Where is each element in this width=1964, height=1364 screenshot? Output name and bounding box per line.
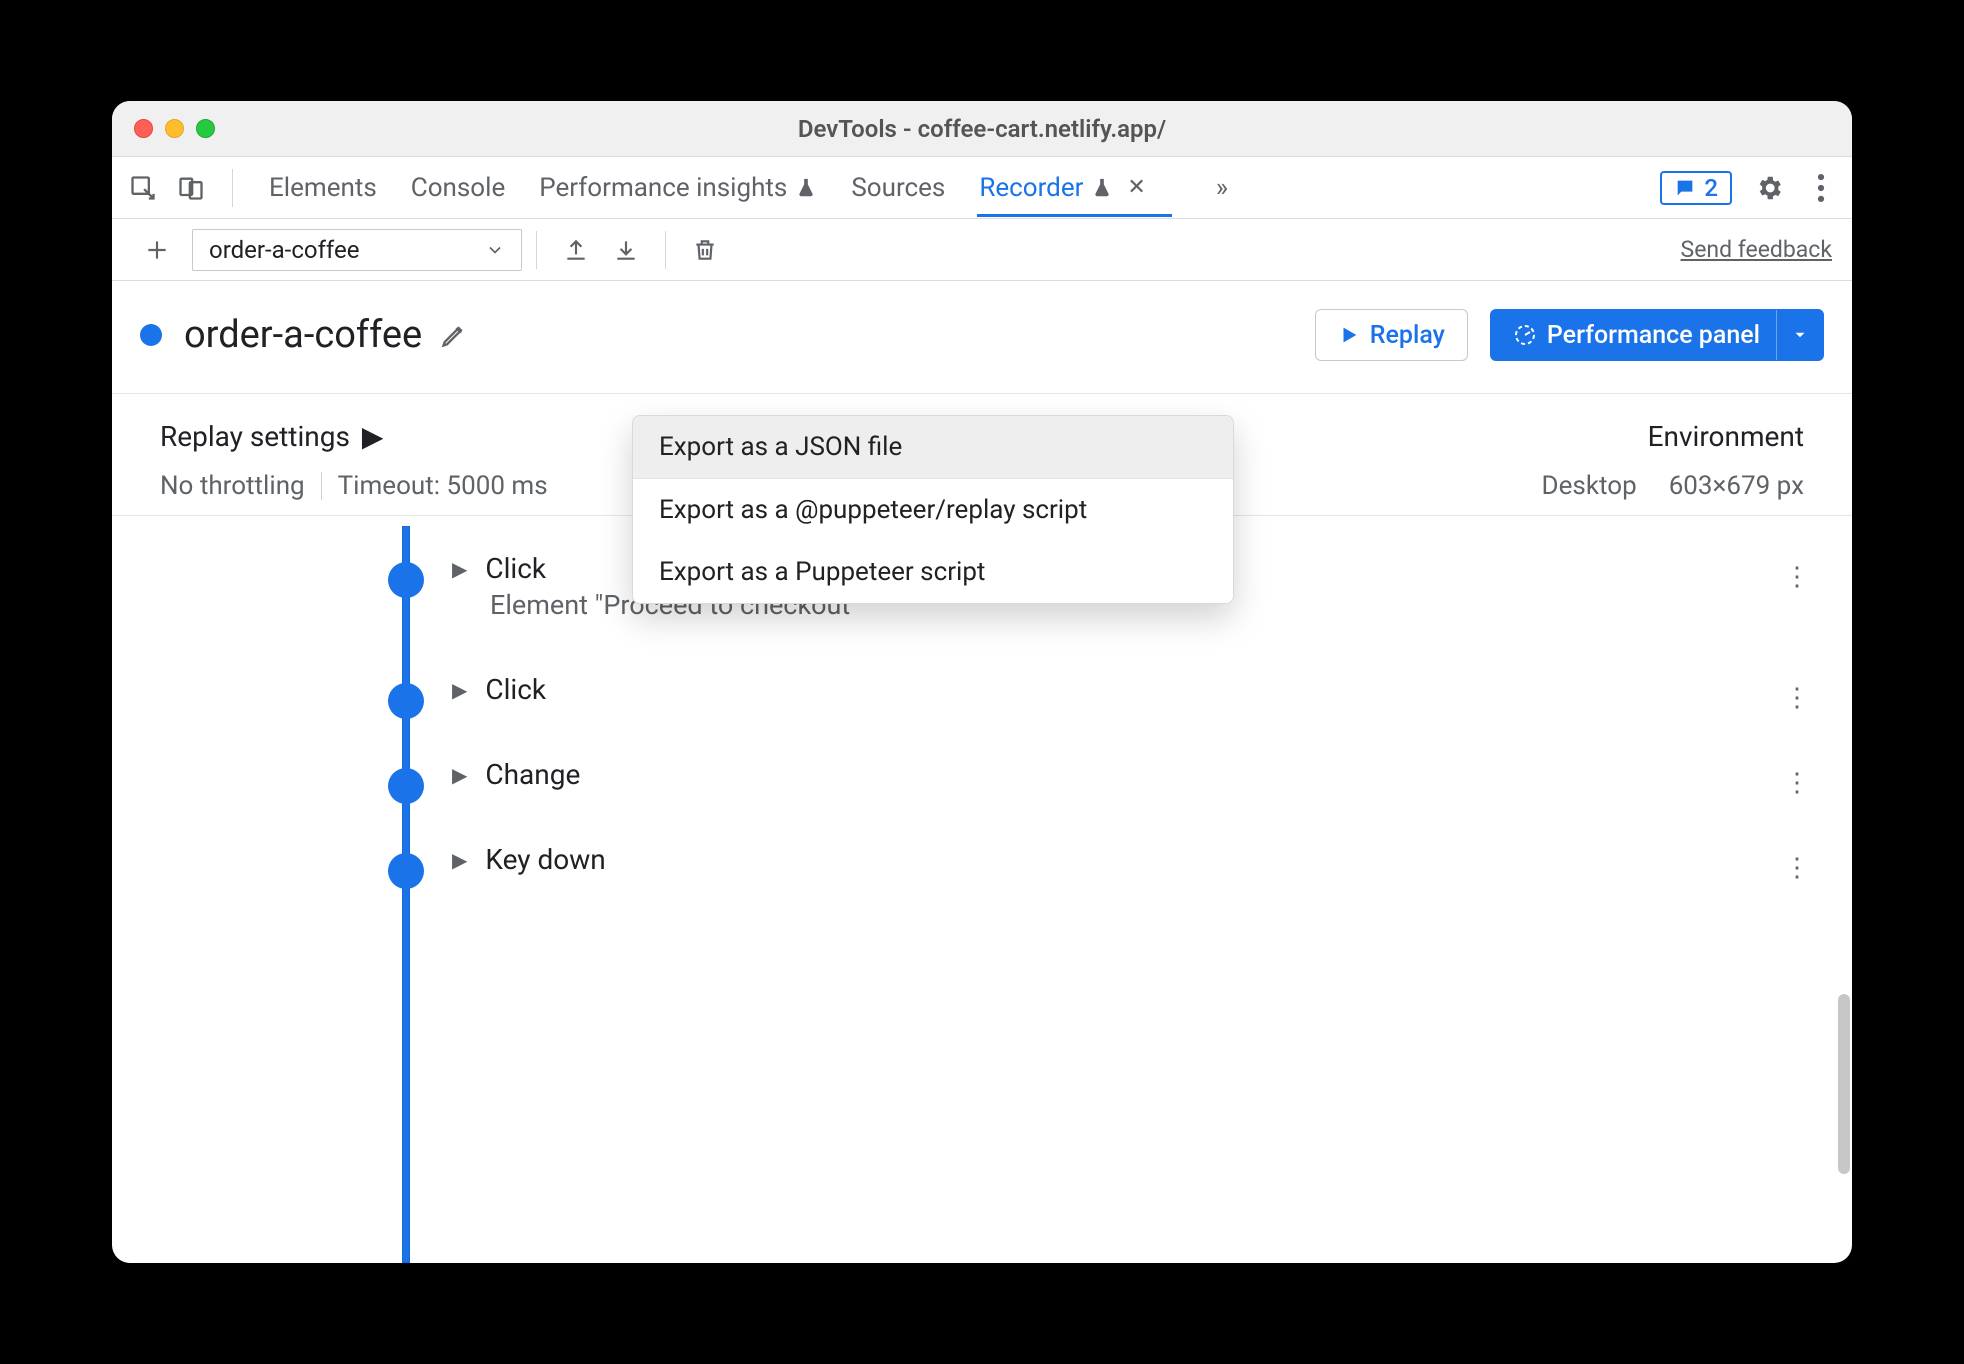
step-menu-icon[interactable]: ⋮ [1784,768,1810,798]
play-icon [1338,324,1360,346]
step-item[interactable]: ▶ Click ⋮ [112,647,1852,732]
gauge-icon [1513,323,1537,347]
tab-performance-insights[interactable]: Performance insights [539,173,817,203]
recording-select[interactable]: order-a-coffee [192,229,522,271]
recording-select-value: order-a-coffee [209,236,359,264]
replay-settings-values: No throttling Timeout: 5000 ms [160,471,548,501]
step-item[interactable]: ▶ Change ⋮ [112,732,1852,817]
step-dot [388,683,424,719]
step-item[interactable]: ▶ Key down ⋮ [112,817,1852,902]
replay-label: Replay [1370,321,1445,350]
settings-icon[interactable] [1754,173,1784,203]
tab-elements[interactable]: Elements [269,173,377,203]
caret-right-icon[interactable]: ▶ [452,848,467,872]
env-dimensions: 603×679 px [1669,471,1804,501]
export-puppeteer-script-option[interactable]: Export as a Puppeteer script [633,541,1233,603]
delete-icon[interactable] [680,230,730,270]
flask-icon [795,177,817,199]
device-toggle-icon[interactable] [176,173,206,203]
scrollbar-thumb[interactable] [1838,994,1850,1174]
replay-button[interactable]: Replay [1315,309,1468,361]
divider [665,231,666,269]
add-recording-icon[interactable] [132,230,182,270]
chat-icon [1674,177,1696,199]
step-name: Key down [485,843,605,876]
environment-values: Desktop 603×679 px [1542,471,1804,501]
step-menu-icon[interactable]: ⋮ [1784,683,1810,713]
titlebar: DevTools - coffee-cart.netlify.app/ [112,101,1852,157]
divider [232,169,233,207]
step-name: Click [485,673,546,706]
steps-timeline: ▶ Click Element "Proceed to checkout" ⋮ … [112,515,1852,1263]
step-name: Click [485,552,546,585]
edit-title-icon[interactable] [440,321,468,349]
divider [321,472,322,500]
tab-recorder[interactable]: Recorder ✕ [979,173,1146,203]
tab-label: Console [411,173,505,203]
issues-count: 2 [1704,174,1718,202]
tab-label: Sources [851,173,945,203]
header-actions: Replay Performance panel [1315,309,1824,361]
performance-panel-button[interactable]: Performance panel [1490,309,1824,361]
step-menu-icon[interactable]: ⋮ [1784,562,1810,592]
performance-panel-dropdown[interactable] [1776,310,1823,360]
step-name: Change [485,758,580,791]
more-tabs-icon[interactable]: » [1216,173,1228,203]
recording-header: order-a-coffee Replay Performance panel [112,281,1852,394]
caret-right-icon[interactable]: ▶ [452,763,467,787]
import-icon[interactable] [601,230,651,270]
tabs-row: Elements Console Performance insights So… [112,157,1852,219]
environment-block: Environment Desktop 603×679 px [1542,420,1804,501]
tab-console[interactable]: Console [411,173,505,203]
recording-status-dot [140,324,162,346]
devtools-window: DevTools - coffee-cart.netlify.app/ Elem… [112,101,1852,1263]
export-menu: Export as a JSON file Export as a @puppe… [632,415,1234,604]
performance-panel-label: Performance panel [1547,321,1760,350]
replay-settings-toggle[interactable]: Replay settings ▶ [160,420,548,453]
export-json-option[interactable]: Export as a JSON file [633,416,1233,478]
export-puppeteer-replay-option[interactable]: Export as a @puppeteer/replay script [633,479,1233,541]
divider [536,231,537,269]
kebab-menu-icon[interactable] [1806,173,1836,203]
caret-right-icon[interactable]: ▶ [452,557,467,581]
send-feedback-link[interactable]: Send feedback [1681,236,1832,263]
tabs-right-tools: 2 [1660,171,1836,205]
tab-sources[interactable]: Sources [851,173,945,203]
tab-label: Recorder [979,173,1083,203]
recording-title: order-a-coffee [184,313,422,357]
env-device: Desktop [1542,471,1637,501]
environment-label: Environment [1542,420,1804,453]
window-title: DevTools - coffee-cart.netlify.app/ [112,115,1852,143]
throttling-value[interactable]: No throttling [160,471,305,501]
inspect-element-icon[interactable] [128,173,158,203]
caret-right-icon: ▶ [362,420,384,453]
step-dot [388,768,424,804]
tab-label: Elements [269,173,377,203]
recorder-toolbar: order-a-coffee Send feedback [112,219,1852,281]
panel-tabs: Elements Console Performance insights So… [269,173,1228,203]
step-dot [388,853,424,889]
replay-settings-block: Replay settings ▶ No throttling Timeout:… [160,420,548,501]
replay-settings-label: Replay settings [160,420,350,453]
step-menu-icon[interactable]: ⋮ [1784,853,1810,883]
caret-right-icon[interactable]: ▶ [452,678,467,702]
flask-icon [1091,177,1113,199]
left-tool-icons [128,169,241,207]
close-tab-icon[interactable]: ✕ [1127,175,1145,200]
issues-chip[interactable]: 2 [1660,171,1732,205]
export-icon[interactable] [551,230,601,270]
tab-label: Performance insights [539,173,787,203]
chevron-down-icon [485,240,505,260]
step-dot [388,562,424,598]
timeout-value[interactable]: Timeout: 5000 ms [338,471,548,501]
